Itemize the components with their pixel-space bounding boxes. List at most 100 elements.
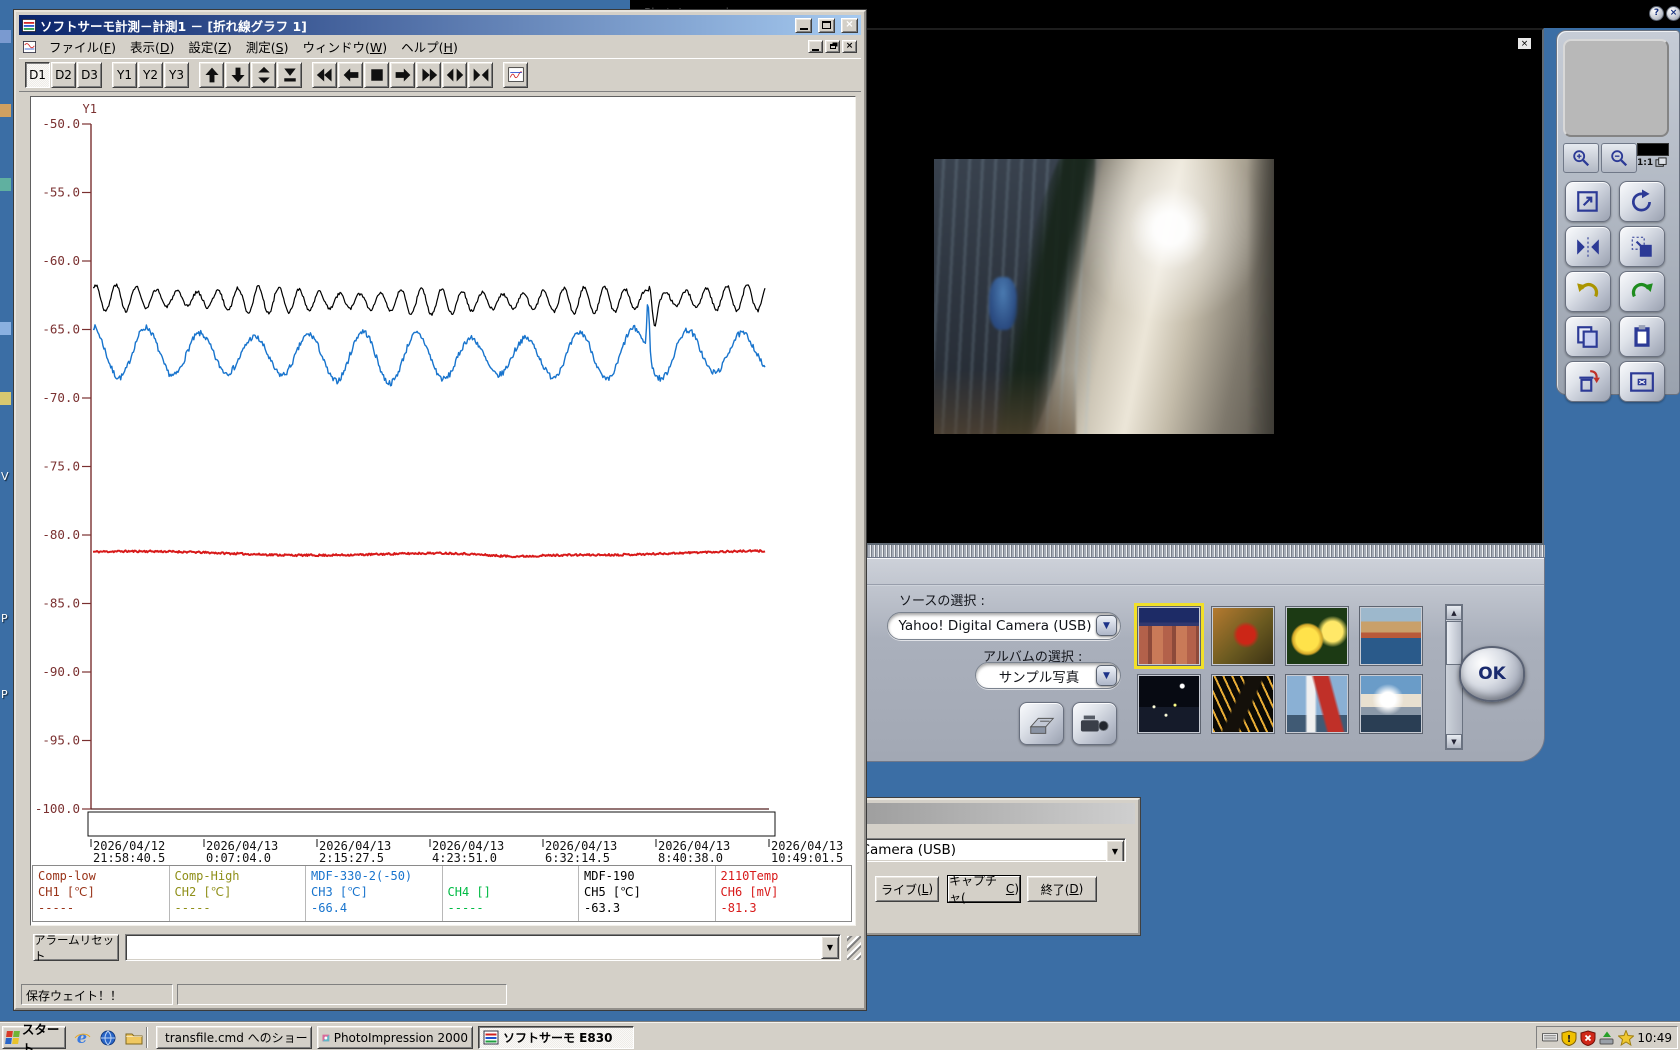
camera-button[interactable] [1072, 702, 1117, 745]
menu-h[interactable]: ヘルプ(H) [394, 36, 465, 57]
remove-hardware-icon[interactable] [1599, 1030, 1615, 1046]
undo-icon[interactable] [1565, 271, 1611, 312]
toolbar-button-y2[interactable]: Y2 [138, 62, 163, 88]
thumbnail-red-cardinal-bird[interactable] [1211, 606, 1275, 666]
mdi-close-button[interactable]: × [842, 40, 857, 53]
menu-s[interactable]: 測定(S) [239, 36, 296, 57]
desktop-icon-fragment[interactable] [0, 322, 11, 335]
panel-grip[interactable] [1563, 39, 1669, 137]
expand-vertical-icon[interactable] [251, 62, 276, 88]
taskbar-task-1[interactable]: PhotoImpression 2000 [317, 1026, 473, 1049]
minimize-button[interactable] [795, 18, 812, 33]
delete-icon[interactable] [1565, 361, 1611, 402]
rotate-icon[interactable] [1619, 181, 1665, 222]
start-button[interactable]: スタート [2, 1026, 66, 1049]
menu-f[interactable]: ファイル(F) [42, 36, 123, 57]
skip-back-icon[interactable] [312, 62, 337, 88]
maximize-button[interactable] [818, 18, 835, 33]
chevron-down-icon[interactable]: ▼ [1096, 665, 1117, 686]
titlebar[interactable]: ソフトサーモ計測－計測1 － [折れ線グラフ 1] × [19, 15, 861, 35]
toolbar-button-d2[interactable]: D2 [51, 62, 76, 88]
to-bottom-icon[interactable] [277, 62, 302, 88]
expand-horizontal-icon[interactable] [442, 62, 467, 88]
close-button[interactable]: × [841, 18, 858, 33]
shield-error-icon[interactable] [1580, 1030, 1596, 1046]
desktop-icon-fragment[interactable] [0, 104, 11, 117]
source-select-dropdown[interactable]: Yahoo! Digital Camera (USB) ▼ [887, 612, 1121, 640]
dialog-button-2[interactable]: 終了(D) [1027, 876, 1097, 902]
scanner-button[interactable] [1019, 702, 1064, 745]
flip-horizontal-icon[interactable] [1565, 226, 1611, 267]
toolbar-button-y3[interactable]: Y3 [164, 62, 189, 88]
desktop-icon-label-fragment: P [1, 688, 8, 701]
softthermo-window: ソフトサーモ計測－計測1 － [折れ線グラフ 1] × ファイル(F)表示(D)… [14, 10, 866, 1010]
scroll-up-icon[interactable]: ▲ [1446, 605, 1462, 620]
copy-icon[interactable] [1565, 316, 1611, 357]
arrow-left-icon[interactable] [338, 62, 363, 88]
mdi-minimize-button[interactable] [808, 40, 823, 53]
shield-warning-icon[interactable]: ! [1561, 1030, 1577, 1046]
keyboard-icon[interactable] [1542, 1030, 1558, 1046]
channel-cell: CH4 []----- [442, 866, 579, 921]
arrow-up-icon[interactable] [199, 62, 224, 88]
chevron-down-icon[interactable]: ▼ [1106, 840, 1124, 862]
toolbar-button-d3[interactable]: D3 [77, 62, 102, 88]
thumbnail-night-city-skyline[interactable] [1137, 674, 1201, 734]
frame-icon[interactable] [1619, 361, 1665, 402]
channel-cell: MDF-330-2(-50)CH3 [℃]-66.4 [305, 866, 442, 921]
chevron-down-icon[interactable]: ▼ [821, 936, 839, 959]
thumbnail-harbor-village[interactable] [1359, 606, 1423, 666]
desktop-icon-fragment[interactable] [0, 392, 11, 405]
stop-icon[interactable] [364, 62, 389, 88]
skip-forward-icon[interactable] [416, 62, 441, 88]
collapse-horizontal-icon[interactable] [468, 62, 493, 88]
dialog-button-1[interactable]: キャプチャ(C) [948, 876, 1020, 902]
thumbnail-canyon-rock-spires[interactable] [1137, 606, 1201, 666]
alarm-reset-button[interactable]: アラームリセット [33, 934, 119, 961]
paste-icon[interactable] [1619, 316, 1665, 357]
internet-explorer-icon[interactable]: e [72, 1028, 92, 1047]
scroll-down-icon[interactable]: ▼ [1446, 734, 1462, 749]
ok-button[interactable]: OK [1459, 646, 1525, 702]
thumbnail-ship-lighthouse[interactable] [1285, 674, 1349, 734]
menu-z[interactable]: 設定(Z) [181, 36, 238, 57]
dialog-button-0[interactable]: ライブ(L) [875, 876, 939, 902]
desktop-icon-fragment[interactable] [0, 178, 11, 191]
start-label: スタート [22, 1019, 65, 1050]
softthermo-icon [483, 1030, 499, 1046]
toolbar-button-d1[interactable]: D1 [25, 62, 50, 88]
channel-cell: Comp-HighCH2 [℃]----- [169, 866, 306, 921]
mdi-restore-button[interactable] [825, 40, 840, 53]
crop-icon[interactable] [1619, 226, 1665, 267]
redo-icon[interactable] [1619, 271, 1665, 312]
menu-w[interactable]: ウィンドウ(W) [295, 36, 394, 57]
star-icon[interactable] [1618, 1030, 1634, 1046]
folder-icon[interactable] [124, 1028, 144, 1047]
chevron-down-icon[interactable]: ▼ [1096, 615, 1117, 636]
preview-close-icon[interactable]: × [1517, 37, 1532, 50]
alarm-combobox[interactable]: ▼ [125, 934, 841, 961]
thumbnail-yellow-flowers[interactable] [1285, 606, 1349, 666]
arrow-right-icon[interactable] [390, 62, 415, 88]
resize-grip[interactable] [847, 936, 861, 960]
graph-icon[interactable] [503, 62, 528, 88]
help-circle-icon[interactable]: ? [1649, 6, 1664, 21]
svg-text:-55.0: -55.0 [42, 185, 80, 200]
thumbnail-golden-light-streaks[interactable] [1211, 674, 1275, 734]
zoom-out-icon[interactable] [1601, 143, 1637, 173]
menu-d[interactable]: 表示(D) [123, 36, 181, 57]
tool-panel: 1:1 [1556, 30, 1680, 395]
resize-icon[interactable] [1565, 181, 1611, 222]
album-select-dropdown[interactable]: サンプル写真 ▼ [975, 662, 1121, 689]
zoom-in-icon[interactable] [1563, 143, 1599, 173]
taskbar-task-2[interactable]: ソフトサーモ E830 [478, 1026, 634, 1049]
arrow-down-icon[interactable] [225, 62, 250, 88]
desktop-icon-fragment[interactable] [0, 30, 11, 43]
thumbnail-sunset-beach-clouds[interactable] [1359, 674, 1423, 734]
close-circle-icon[interactable]: × [1666, 6, 1680, 21]
toolbar-button-y1[interactable]: Y1 [112, 62, 137, 88]
scrollbar-thumb[interactable] [1446, 621, 1462, 665]
globe-icon[interactable] [98, 1028, 118, 1047]
cascade-icon[interactable] [1655, 157, 1668, 169]
taskbar-task-0[interactable]: C:\transfile.cmd へのショート... [156, 1026, 312, 1049]
